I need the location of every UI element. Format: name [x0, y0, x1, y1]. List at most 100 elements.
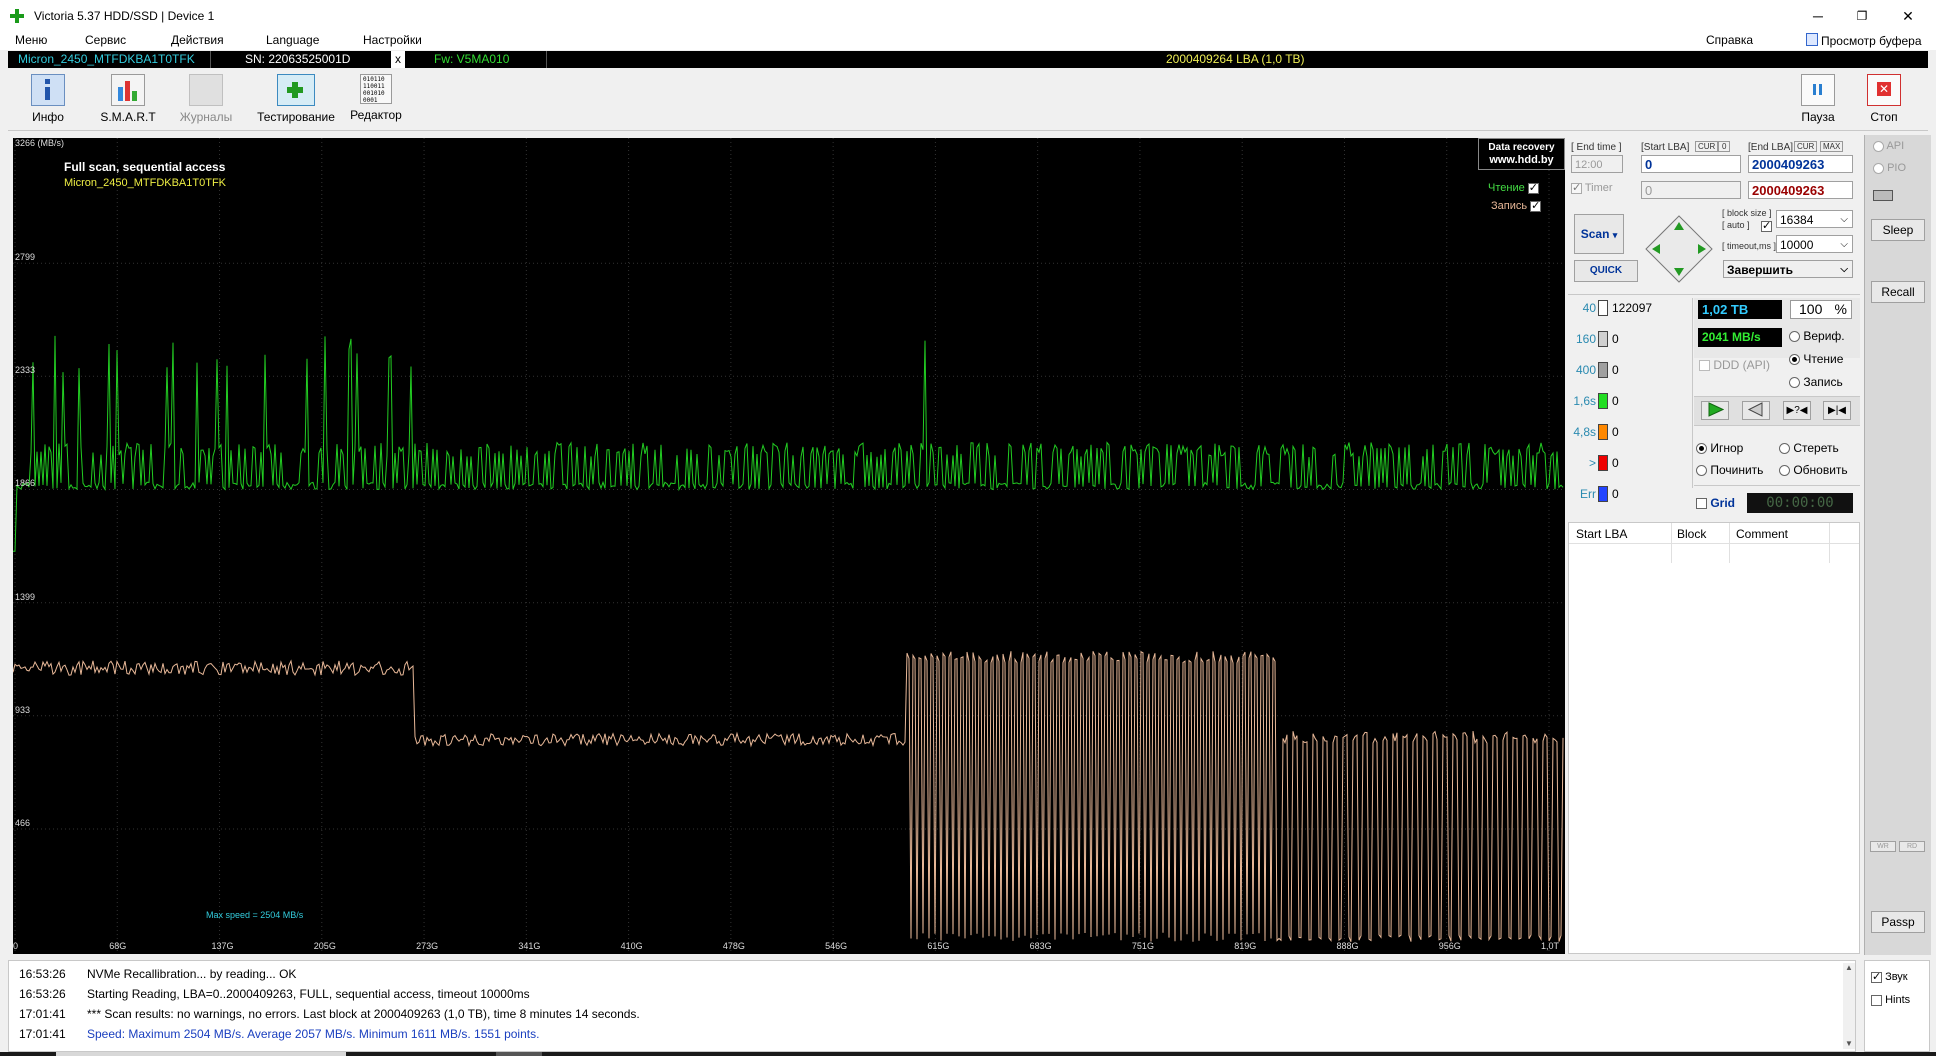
end-lba-field[interactable]: 2000409263 — [1748, 155, 1853, 173]
x-tick-label: 410G — [620, 941, 643, 951]
mode-verify[interactable]: Вериф. — [1789, 329, 1845, 343]
pause-button[interactable]: Пауза — [1788, 74, 1848, 128]
testing-button[interactable]: Тестирование — [253, 74, 339, 128]
start-lba-cur-button[interactable]: CUR — [1695, 141, 1719, 152]
x-tick-label: 819G — [1234, 941, 1257, 951]
end-time-field[interactable]: 12:00 — [1571, 155, 1623, 173]
action-refresh[interactable]: Обновить — [1779, 463, 1848, 477]
minimize-button[interactable]: ─ — [1796, 4, 1840, 28]
auto-checkbox[interactable] — [1761, 219, 1772, 232]
editor-button[interactable]: 010110 110011 001010 0001 Редактор — [336, 74, 416, 128]
back-button[interactable] — [1742, 401, 1770, 420]
pause-icon — [1801, 74, 1835, 106]
write-radio[interactable] — [1789, 377, 1800, 389]
block-size-select[interactable]: 16384 ⌵ — [1776, 210, 1853, 228]
navigation-diamond-icon[interactable] — [1644, 214, 1714, 284]
histogram-row: 1,6s 0 — [1568, 391, 1688, 411]
side-panel: API PIO Sleep Recall WR RD Passp — [1864, 135, 1931, 955]
menu-item-help[interactable]: Справка — [1706, 33, 1753, 47]
erase-radio[interactable] — [1779, 443, 1790, 455]
ddd-api-toggle[interactable]: DDD (API) — [1699, 358, 1770, 372]
scroll-up-icon[interactable]: ▲ — [1843, 963, 1855, 972]
grid-checkbox[interactable] — [1696, 498, 1707, 510]
col-start-lba[interactable]: Start LBA — [1576, 527, 1627, 541]
histogram-count: 0 — [1612, 394, 1619, 408]
action-erase[interactable]: Стереть — [1779, 441, 1839, 455]
start-lba-field-2[interactable]: 0 — [1641, 181, 1741, 199]
wr-button[interactable]: WR — [1870, 841, 1896, 852]
log-scrollbar[interactable]: ▲ ▼ — [1843, 963, 1855, 1049]
scan-button[interactable]: Scan ▾ — [1574, 214, 1624, 254]
legend-write-checkbox[interactable] — [1530, 199, 1542, 212]
col-block[interactable]: Block — [1677, 527, 1706, 541]
menu-item-settings[interactable]: Настройки — [363, 33, 422, 47]
x-tick-label: 1,0T — [1541, 941, 1560, 951]
rd-button[interactable]: RD — [1899, 841, 1925, 852]
smart-button[interactable]: S.M.A.R.T — [88, 74, 168, 128]
api-mode[interactable]: API — [1873, 140, 1904, 152]
menu-item-actions[interactable]: Действия — [171, 33, 224, 47]
passp-button[interactable]: Passp — [1871, 911, 1925, 933]
ignore-radio[interactable] — [1696, 443, 1707, 455]
device-close[interactable]: x — [391, 51, 405, 68]
clipboard-view-link[interactable]: Просмотр буфера — [1806, 33, 1922, 48]
timer-checkbox[interactable] — [1571, 181, 1582, 194]
start-lba-label: [Start LBA] — [1641, 142, 1690, 153]
play-button[interactable] — [1701, 401, 1729, 420]
butterfly-button[interactable]: ▶|◀ — [1823, 401, 1851, 420]
histogram-row: 160 0 — [1568, 329, 1688, 349]
histogram-label: Err — [1580, 487, 1596, 501]
menu-item-language[interactable]: Language — [266, 33, 319, 47]
sound-toggle[interactable]: Звук — [1871, 970, 1908, 983]
end-lba-max-button[interactable]: MAX — [1820, 141, 1844, 152]
end-lba-field-2[interactable]: 2000409263 — [1748, 181, 1853, 199]
y-max-label: 3266 (MB/s) — [15, 138, 65, 148]
col-comment[interactable]: Comment — [1736, 527, 1788, 541]
info-button[interactable]: Инфо — [8, 74, 88, 128]
x-tick-label: 683G — [1029, 941, 1052, 951]
hints-checkbox[interactable] — [1871, 994, 1882, 1006]
stop-button[interactable]: ✕ Стоп — [1854, 74, 1914, 128]
pio-mode[interactable]: PIO — [1873, 162, 1906, 174]
x-tick-label: 888G — [1336, 941, 1359, 951]
restore-button[interactable]: ❐ — [1840, 4, 1884, 28]
scroll-down-icon[interactable]: ▼ — [1843, 1039, 1855, 1048]
mode-read[interactable]: Чтение — [1789, 352, 1843, 366]
repair-radio[interactable] — [1696, 465, 1707, 477]
menu-item-menu[interactable]: Меню — [15, 33, 47, 47]
grid-toggle[interactable]: Grid — [1696, 496, 1735, 510]
action-ignore[interactable]: Игнор — [1696, 441, 1743, 455]
timer-toggle[interactable]: Timer — [1571, 181, 1613, 194]
ddd-checkbox[interactable] — [1699, 360, 1710, 372]
end-lba-cur-button[interactable]: CUR — [1794, 141, 1818, 152]
legend-write[interactable]: Запись — [1491, 199, 1542, 212]
recall-button[interactable]: Recall — [1871, 281, 1925, 303]
menu-item-service[interactable]: Сервис — [85, 33, 126, 47]
read-radio[interactable] — [1789, 354, 1800, 366]
log-time: 16:53:26 — [19, 987, 66, 1001]
sound-checkbox[interactable] — [1871, 970, 1882, 983]
scan-dropdown-icon[interactable]: ▾ — [1613, 230, 1618, 240]
random-seek-button[interactable]: ▶?◀ — [1783, 401, 1811, 420]
refresh-radio[interactable] — [1779, 465, 1790, 477]
action-repair[interactable]: Починить — [1696, 463, 1763, 477]
hints-toggle[interactable]: Hints — [1871, 994, 1910, 1006]
legend-read-checkbox[interactable] — [1527, 181, 1539, 194]
x-tick-label: 0 — [13, 941, 19, 951]
finish-action-select[interactable]: Завершить ⌵ — [1723, 260, 1853, 278]
mode-write[interactable]: Запись — [1789, 375, 1843, 389]
max-speed-label: Max speed = 2504 MB/s — [206, 910, 304, 920]
histogram-color-block — [1598, 455, 1608, 471]
speed-graph: 3266 (MB/s) Full scan, sequential access… — [13, 138, 1565, 954]
pio-radio[interactable] — [1873, 162, 1884, 174]
logs-button[interactable]: Журналы — [166, 74, 246, 128]
start-lba-field[interactable]: 0 — [1641, 155, 1741, 173]
api-radio[interactable] — [1873, 140, 1884, 152]
start-lba-zero-button[interactable]: 0 — [1718, 141, 1731, 152]
sleep-button[interactable]: Sleep — [1871, 219, 1925, 241]
verify-radio[interactable] — [1789, 331, 1800, 343]
close-button[interactable]: ✕ — [1886, 4, 1930, 28]
legend-read[interactable]: Чтение — [1488, 181, 1539, 194]
quick-button[interactable]: QUICK — [1574, 260, 1638, 282]
timeout-select[interactable]: 10000 ⌵ — [1776, 235, 1853, 253]
